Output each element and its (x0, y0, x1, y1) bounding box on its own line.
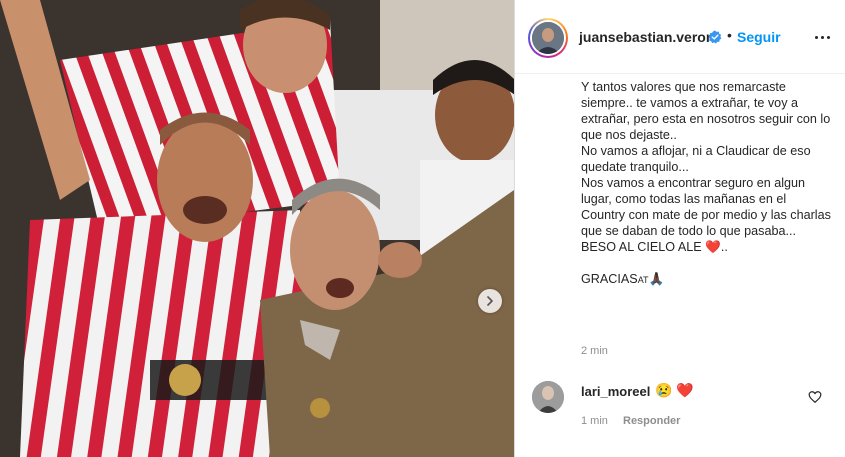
post-photo[interactable] (0, 0, 514, 457)
caption-text: Y tantos valores que nos remarcaste siem… (581, 80, 831, 254)
separator-dot: • (727, 27, 732, 43)
carousel-next-button[interactable] (478, 289, 502, 313)
verified-badge-icon (708, 30, 722, 44)
sad-emoji: 😢 (655, 382, 673, 398)
caption-thanks-suffix: AT (637, 275, 649, 285)
comment-avatar-image (532, 381, 564, 413)
avatar-image (532, 22, 564, 54)
comment-heart-emoji: ❤️ (676, 382, 694, 398)
post-header: juansebastian.veron • Seguir (515, 0, 845, 74)
more-options-icon[interactable] (815, 29, 835, 45)
comment-text: 😢 ❤️ (655, 382, 694, 399)
comment-item: lari_moreel 😢 ❤️ 1 min Responder (515, 378, 845, 438)
post-details-panel: juansebastian.veron • Seguir Y tantos va… (514, 0, 845, 457)
comment-timestamp: 1 min (581, 415, 608, 427)
heart-outline-icon[interactable] (808, 390, 822, 404)
follow-button[interactable]: Seguir (737, 29, 781, 45)
caption-thanks: GRACIAS (581, 272, 638, 286)
post-image (0, 0, 514, 457)
comment-username[interactable]: lari_moreel (581, 384, 650, 399)
reply-button[interactable]: Responder (623, 415, 680, 427)
chevron-right-icon (487, 296, 493, 306)
caption-ellipsis: .. (720, 240, 728, 254)
pray-emoji: 🙏🏿 (648, 272, 665, 286)
post-author-username[interactable]: juansebastian.veron (579, 29, 714, 45)
avatar[interactable] (528, 18, 568, 58)
post-timestamp[interactable]: 2 min (581, 345, 608, 357)
post-caption: Y tantos valores que nos remarcaste siem… (581, 79, 831, 288)
comment-avatar[interactable] (532, 381, 564, 413)
heart-emoji: ❤️ (705, 240, 721, 254)
